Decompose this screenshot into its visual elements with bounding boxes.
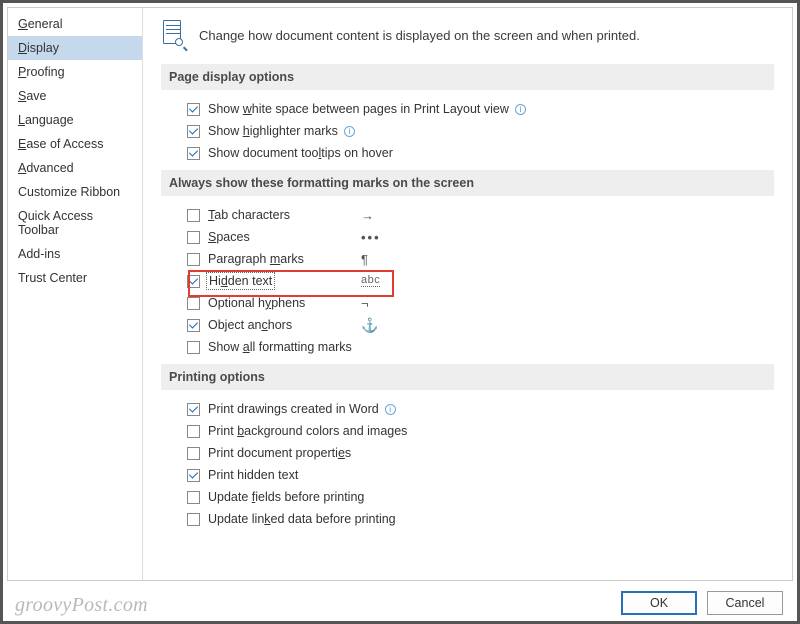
- sidebar-item-customize-ribbon[interactable]: Customize Ribbon: [8, 180, 142, 204]
- opt-show-whitespace[interactable]: Show white space between pages in Print …: [161, 98, 774, 120]
- chk-print-drawings[interactable]: [187, 403, 200, 416]
- ok-button[interactable]: OK: [621, 591, 697, 615]
- opt-paragraph-marks[interactable]: Paragraph marks ¶: [161, 248, 774, 270]
- abc-icon: abc: [361, 275, 380, 287]
- opt-tab-characters[interactable]: Tab characters →: [161, 204, 774, 226]
- header-text: Change how document content is displayed…: [199, 28, 640, 43]
- chk-print-properties[interactable]: [187, 447, 200, 460]
- sidebar-item-quick-access-toolbar[interactable]: Quick Access Toolbar: [8, 204, 142, 242]
- opt-print-hidden-text[interactable]: Print hidden text: [161, 464, 774, 486]
- chk-optional-hyphens[interactable]: [187, 297, 200, 310]
- chk-object-anchors[interactable]: [187, 319, 200, 332]
- sidebar-item-general[interactable]: General: [8, 12, 142, 36]
- chk-paragraph-marks[interactable]: [187, 253, 200, 266]
- opt-show-highlighter[interactable]: Show highlighter marks i: [161, 120, 774, 142]
- sidebar-item-proofing[interactable]: Proofing: [8, 60, 142, 84]
- dots-icon: •••: [361, 230, 381, 245]
- watermark: groovyPost.com: [15, 594, 148, 617]
- opt-update-fields[interactable]: Update fields before printing: [161, 486, 774, 508]
- chk-hidden-text[interactable]: [187, 275, 200, 288]
- chk-show-highlighter[interactable]: [187, 125, 200, 138]
- section-formatting-marks-title: Always show these formatting marks on th…: [161, 170, 774, 196]
- section-page-display-title: Page display options: [161, 64, 774, 90]
- anchor-icon: ⚓: [361, 317, 378, 334]
- sidebar-item-save[interactable]: Save: [8, 84, 142, 108]
- sidebar-item-ease-of-access[interactable]: Ease of Access: [8, 132, 142, 156]
- info-icon[interactable]: i: [344, 126, 355, 137]
- display-header-icon: [161, 20, 187, 50]
- info-icon[interactable]: i: [515, 104, 526, 115]
- hyphen-icon: ¬: [361, 296, 369, 311]
- opt-update-linked[interactable]: Update linked data before printing: [161, 508, 774, 530]
- sidebar-item-advanced[interactable]: Advanced: [8, 156, 142, 180]
- section-printing-title: Printing options: [161, 364, 774, 390]
- pilcrow-icon: ¶: [361, 252, 368, 267]
- opt-optional-hyphens[interactable]: Optional hyphens ¬: [161, 292, 774, 314]
- opt-show-tooltips[interactable]: Show document tooltips on hover: [161, 142, 774, 164]
- sidebar-item-trust-center[interactable]: Trust Center: [8, 266, 142, 290]
- chk-tab-characters[interactable]: [187, 209, 200, 222]
- arrow-right-icon: →: [361, 208, 374, 223]
- opt-print-background[interactable]: Print background colors and images: [161, 420, 774, 442]
- sidebar-item-add-ins[interactable]: Add-ins: [8, 242, 142, 266]
- chk-print-background[interactable]: [187, 425, 200, 438]
- chk-print-hidden-text[interactable]: [187, 469, 200, 482]
- sidebar-item-display[interactable]: Display: [8, 36, 142, 60]
- info-icon[interactable]: i: [385, 404, 396, 415]
- chk-show-tooltips[interactable]: [187, 147, 200, 160]
- chk-update-linked[interactable]: [187, 513, 200, 526]
- opt-print-drawings[interactable]: Print drawings created in Word i: [161, 398, 774, 420]
- chk-update-fields[interactable]: [187, 491, 200, 504]
- opt-show-all-marks[interactable]: Show all formatting marks: [161, 336, 774, 358]
- chk-spaces[interactable]: [187, 231, 200, 244]
- options-sidebar: General Display Proofing Save Language E…: [8, 8, 143, 580]
- content-pane: Change how document content is displayed…: [143, 8, 792, 580]
- chk-show-all-marks[interactable]: [187, 341, 200, 354]
- cancel-button[interactable]: Cancel: [707, 591, 783, 615]
- sidebar-item-language[interactable]: Language: [8, 108, 142, 132]
- chk-show-whitespace[interactable]: [187, 103, 200, 116]
- opt-hidden-text[interactable]: Hidden text abc: [161, 270, 774, 292]
- opt-print-properties[interactable]: Print document properties: [161, 442, 774, 464]
- opt-object-anchors[interactable]: Object anchors ⚓: [161, 314, 774, 336]
- opt-spaces[interactable]: Spaces •••: [161, 226, 774, 248]
